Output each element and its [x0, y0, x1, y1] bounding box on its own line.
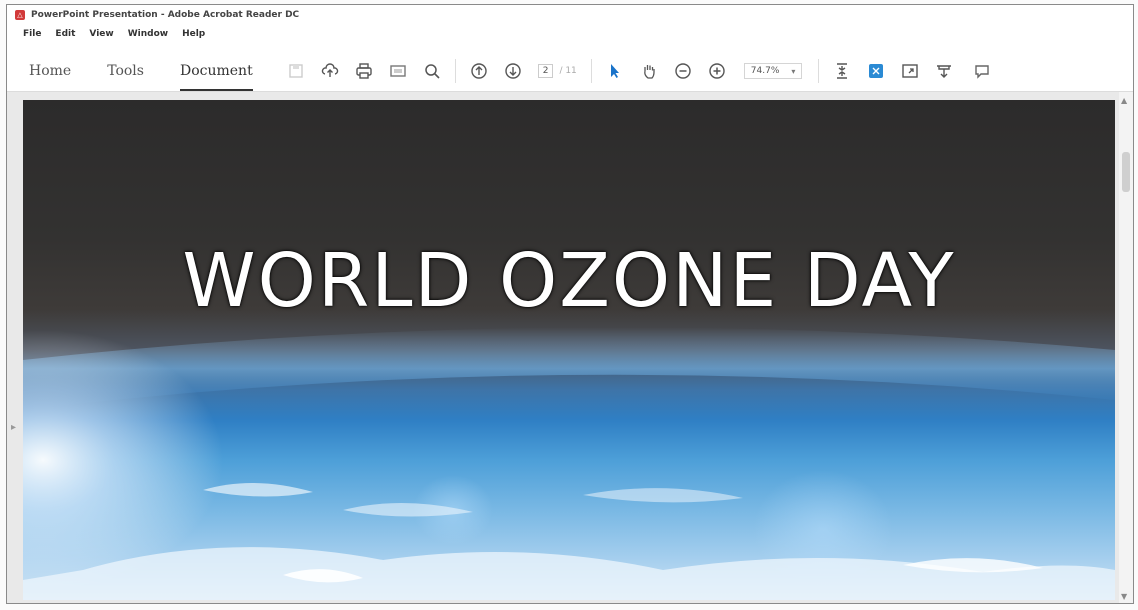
- chevron-right-icon[interactable]: ▸: [11, 422, 16, 433]
- menu-edit[interactable]: Edit: [55, 29, 75, 39]
- menu-view[interactable]: View: [89, 29, 113, 39]
- full-screen-icon[interactable]: [899, 60, 921, 82]
- scroll-down-icon[interactable]: ▼: [1121, 592, 1127, 601]
- earth-horizon-image: [23, 327, 1115, 600]
- zoom-out-icon[interactable]: [672, 60, 694, 82]
- rotate-view-icon[interactable]: [865, 60, 887, 82]
- email-icon[interactable]: [387, 60, 409, 82]
- title-bar: △ PowerPoint Presentation - Adobe Acroba…: [7, 5, 1133, 25]
- comment-icon[interactable]: [971, 60, 993, 82]
- page-number-input[interactable]: 2: [537, 64, 554, 78]
- presentation-slide: WORLD OZONE DAY: [23, 100, 1115, 600]
- chevron-down-icon: ▾: [791, 66, 796, 76]
- previous-page-icon[interactable]: [468, 60, 490, 82]
- next-page-icon[interactable]: [502, 60, 524, 82]
- scrollbar-thumb[interactable]: [1122, 152, 1130, 192]
- menu-bar: File Edit View Window Help: [7, 25, 1133, 43]
- select-cursor-icon[interactable]: [604, 60, 626, 82]
- hand-tool-icon[interactable]: [638, 60, 660, 82]
- vertical-scrollbar[interactable]: ▲ ▼: [1119, 92, 1133, 603]
- fit-page-icon[interactable]: [831, 60, 853, 82]
- print-icon[interactable]: [353, 60, 375, 82]
- toolbar-separator: [590, 59, 592, 83]
- page-total: / 11: [559, 66, 577, 76]
- tab-document[interactable]: Document: [179, 57, 253, 91]
- slide-title: WORLD OZONE DAY: [182, 238, 956, 324]
- window-title: PowerPoint Presentation - Adobe Acrobat …: [31, 10, 300, 20]
- read-mode-icon[interactable]: [933, 60, 955, 82]
- menu-help[interactable]: Help: [182, 29, 205, 39]
- page-indicator: 2 / 11: [537, 64, 577, 78]
- search-icon[interactable]: [421, 60, 443, 82]
- upload-cloud-icon[interactable]: [319, 60, 341, 82]
- zoom-level-dropdown[interactable]: 74.7% ▾: [743, 63, 803, 79]
- document-viewport[interactable]: ▸ WORLD OZONE DAY: [7, 92, 1133, 603]
- menu-window[interactable]: Window: [128, 29, 168, 39]
- zoom-in-icon[interactable]: [706, 60, 728, 82]
- toolbar-separator: [454, 59, 456, 83]
- scroll-up-icon[interactable]: ▲: [1121, 96, 1127, 105]
- menu-file[interactable]: File: [23, 29, 41, 39]
- acrobat-app-icon: △: [15, 10, 25, 20]
- tab-tools[interactable]: Tools: [107, 57, 144, 85]
- acrobat-window: △ PowerPoint Presentation - Adobe Acroba…: [6, 4, 1134, 604]
- toolbar-separator: [818, 59, 820, 83]
- tab-home[interactable]: Home: [29, 57, 71, 85]
- save-icon[interactable]: [285, 60, 307, 82]
- zoom-level-value: 74.7%: [750, 66, 780, 76]
- main-toolbar: Home Tools Document 2 / 11 74.7% ▾: [7, 51, 1133, 92]
